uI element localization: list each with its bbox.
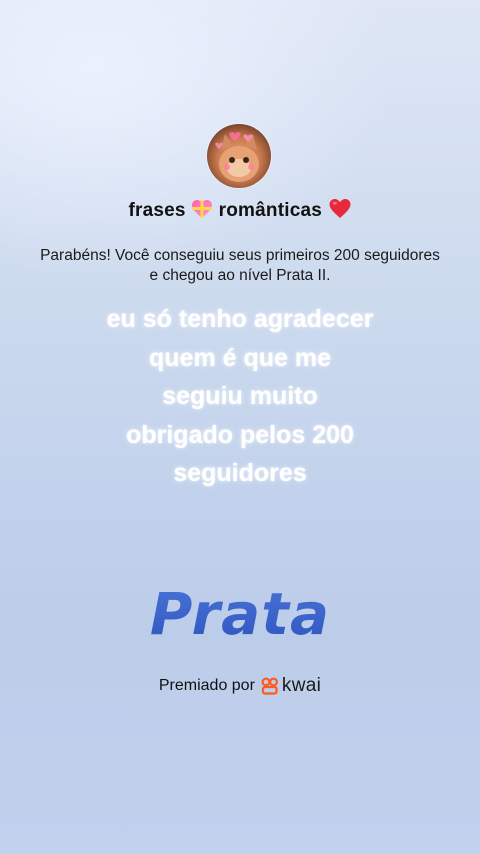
overlay-line: quem é que me bbox=[149, 343, 331, 372]
username-part2: românticas bbox=[218, 200, 323, 221]
award-line: Premiado por kwai bbox=[0, 675, 480, 697]
heart-with-ribbon-icon bbox=[191, 199, 213, 225]
overlay-line: obrigado pelos 200 bbox=[126, 420, 354, 449]
level-title: Prata bbox=[0, 580, 480, 648]
overlay-line: seguiu muito bbox=[162, 382, 318, 410]
overlay-caption: eu só tenho agradecer quem é que me segu… bbox=[40, 300, 440, 493]
congrats-message: Parabéns! Você conseguiu seus primeiros … bbox=[40, 247, 440, 284]
kwai-brand: kwai bbox=[281, 675, 322, 696]
award-label: Premiado por bbox=[158, 677, 255, 694]
overlay-line: seguidores bbox=[173, 459, 307, 487]
cat-photo bbox=[215, 132, 259, 182]
kwai-logo: kwai bbox=[261, 675, 321, 697]
red-heart-icon bbox=[328, 198, 352, 225]
overlay-line: eu só tenho agradecer bbox=[106, 305, 374, 333]
avatar[interactable] bbox=[207, 124, 271, 188]
kwai-icon bbox=[261, 677, 278, 695]
username: frases românticas bbox=[0, 198, 480, 225]
username-part1: frases bbox=[128, 200, 186, 221]
